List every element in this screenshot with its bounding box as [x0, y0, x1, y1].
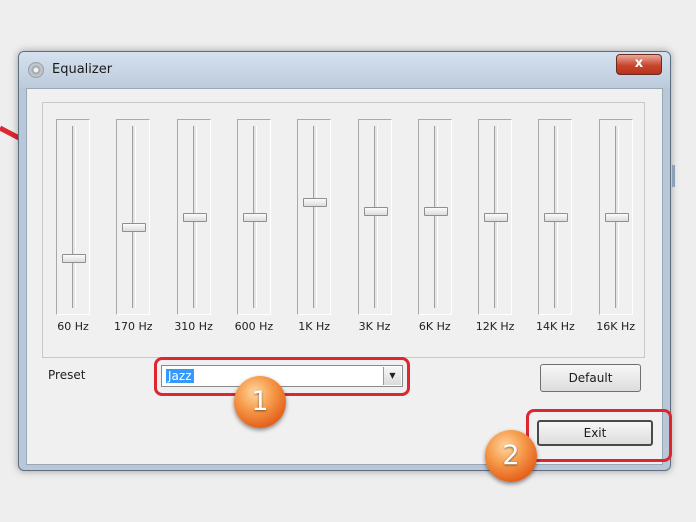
slider-track[interactable]	[417, 119, 452, 315]
band-label: 600 Hz	[234, 320, 274, 333]
slider-thumb[interactable]	[363, 207, 388, 217]
slider-track[interactable]	[538, 119, 573, 315]
band-slider-4: 1K Hz	[297, 119, 332, 344]
close-icon: x	[634, 56, 644, 71]
preset-value: Jazz	[166, 369, 194, 383]
band-label: 14K Hz	[536, 320, 575, 333]
band-label: 310 Hz	[174, 320, 213, 333]
band-slider-8: 14K Hz	[536, 119, 575, 344]
slider-track[interactable]	[236, 119, 271, 315]
band-label: 1K Hz	[298, 320, 331, 333]
slider-track[interactable]	[56, 119, 90, 315]
slider-track[interactable]	[297, 119, 332, 315]
band-slider-6: 6K Hz	[417, 119, 452, 344]
band-slider-1: 170 Hz	[114, 119, 153, 344]
slider-thumb[interactable]	[62, 254, 86, 264]
slider-thumb[interactable]	[122, 223, 147, 233]
slider-groove	[132, 126, 137, 308]
slider-track[interactable]	[598, 119, 633, 315]
client-area: 60 Hz 170 Hz 310 Hz 600 Hz 1K Hz 3K Hz 6K Hz 12…	[26, 88, 672, 465]
band-slider-9: 16K Hz	[596, 119, 635, 344]
band-slider-5: 3K Hz	[357, 119, 392, 344]
band-label: 6K Hz	[418, 320, 451, 333]
slider-thumb[interactable]	[544, 212, 569, 222]
band-slider-3: 600 Hz	[235, 119, 273, 344]
band-label: 3K Hz	[358, 320, 391, 333]
slider-groove	[433, 126, 438, 308]
band-label: 170 Hz	[114, 320, 153, 333]
window-edge	[672, 165, 675, 187]
slider-track[interactable]	[357, 119, 392, 315]
slider-thumb[interactable]	[484, 212, 509, 222]
slider-thumb[interactable]	[182, 212, 207, 222]
default-button[interactable]: Default	[540, 364, 641, 392]
slider-groove	[313, 126, 318, 308]
slider-track[interactable]	[116, 119, 151, 315]
band-slider-2: 310 Hz	[174, 119, 213, 344]
app-icon	[28, 62, 44, 78]
slider-thumb[interactable]	[423, 207, 448, 217]
slider-groove	[373, 126, 378, 308]
dropdown-arrow-icon[interactable]: ▼	[383, 367, 401, 385]
exit-button[interactable]: Exit	[537, 420, 653, 446]
close-button[interactable]: x	[616, 54, 662, 75]
step-badge-2: 2	[485, 430, 537, 482]
slider-groove	[72, 126, 76, 308]
preset-label: Preset	[48, 368, 86, 382]
preset-dropdown[interactable]: Jazz ▼	[161, 365, 403, 387]
band-slider-0: 60 Hz	[56, 119, 90, 344]
band-label: 16K Hz	[596, 320, 636, 333]
slider-thumb[interactable]	[303, 197, 328, 207]
slider-track[interactable]	[176, 119, 211, 315]
equalizer-window: Equalizer x 60 Hz 170 Hz 310 Hz 600 Hz 1K Hz…	[18, 51, 672, 471]
title-bar[interactable]: Equalizer x	[19, 52, 670, 88]
band-label: 60 Hz	[57, 320, 89, 333]
equalizer-bands-group: 60 Hz 170 Hz 310 Hz 600 Hz 1K Hz 3K Hz 6K Hz 12…	[42, 102, 645, 358]
band-slider-7: 12K Hz	[476, 119, 514, 344]
band-label: 12K Hz	[475, 320, 515, 333]
slider-thumb[interactable]	[242, 212, 267, 222]
step-badge-1: 1	[234, 376, 286, 428]
window-title: Equalizer	[52, 62, 113, 77]
slider-thumb[interactable]	[604, 212, 629, 222]
slider-track[interactable]	[478, 119, 513, 315]
